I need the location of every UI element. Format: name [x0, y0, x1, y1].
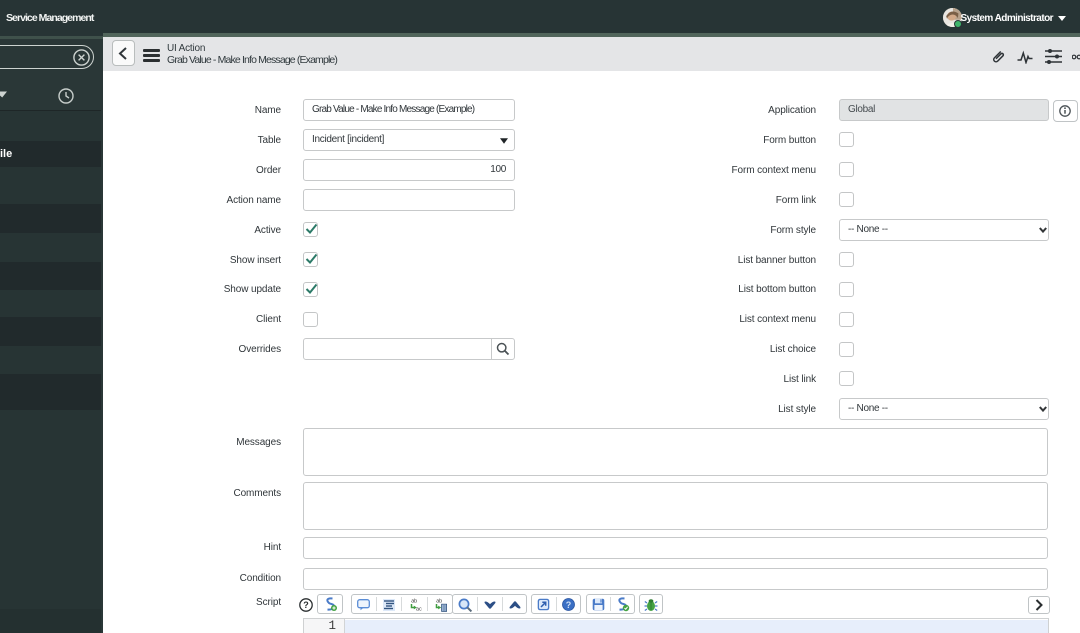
svg-text:ac: ac	[416, 607, 422, 613]
svg-text:?: ?	[566, 600, 572, 610]
svg-text:ab: ab	[411, 599, 417, 605]
svg-text:?: ?	[303, 600, 309, 610]
svg-text:ab: ab	[436, 599, 442, 605]
